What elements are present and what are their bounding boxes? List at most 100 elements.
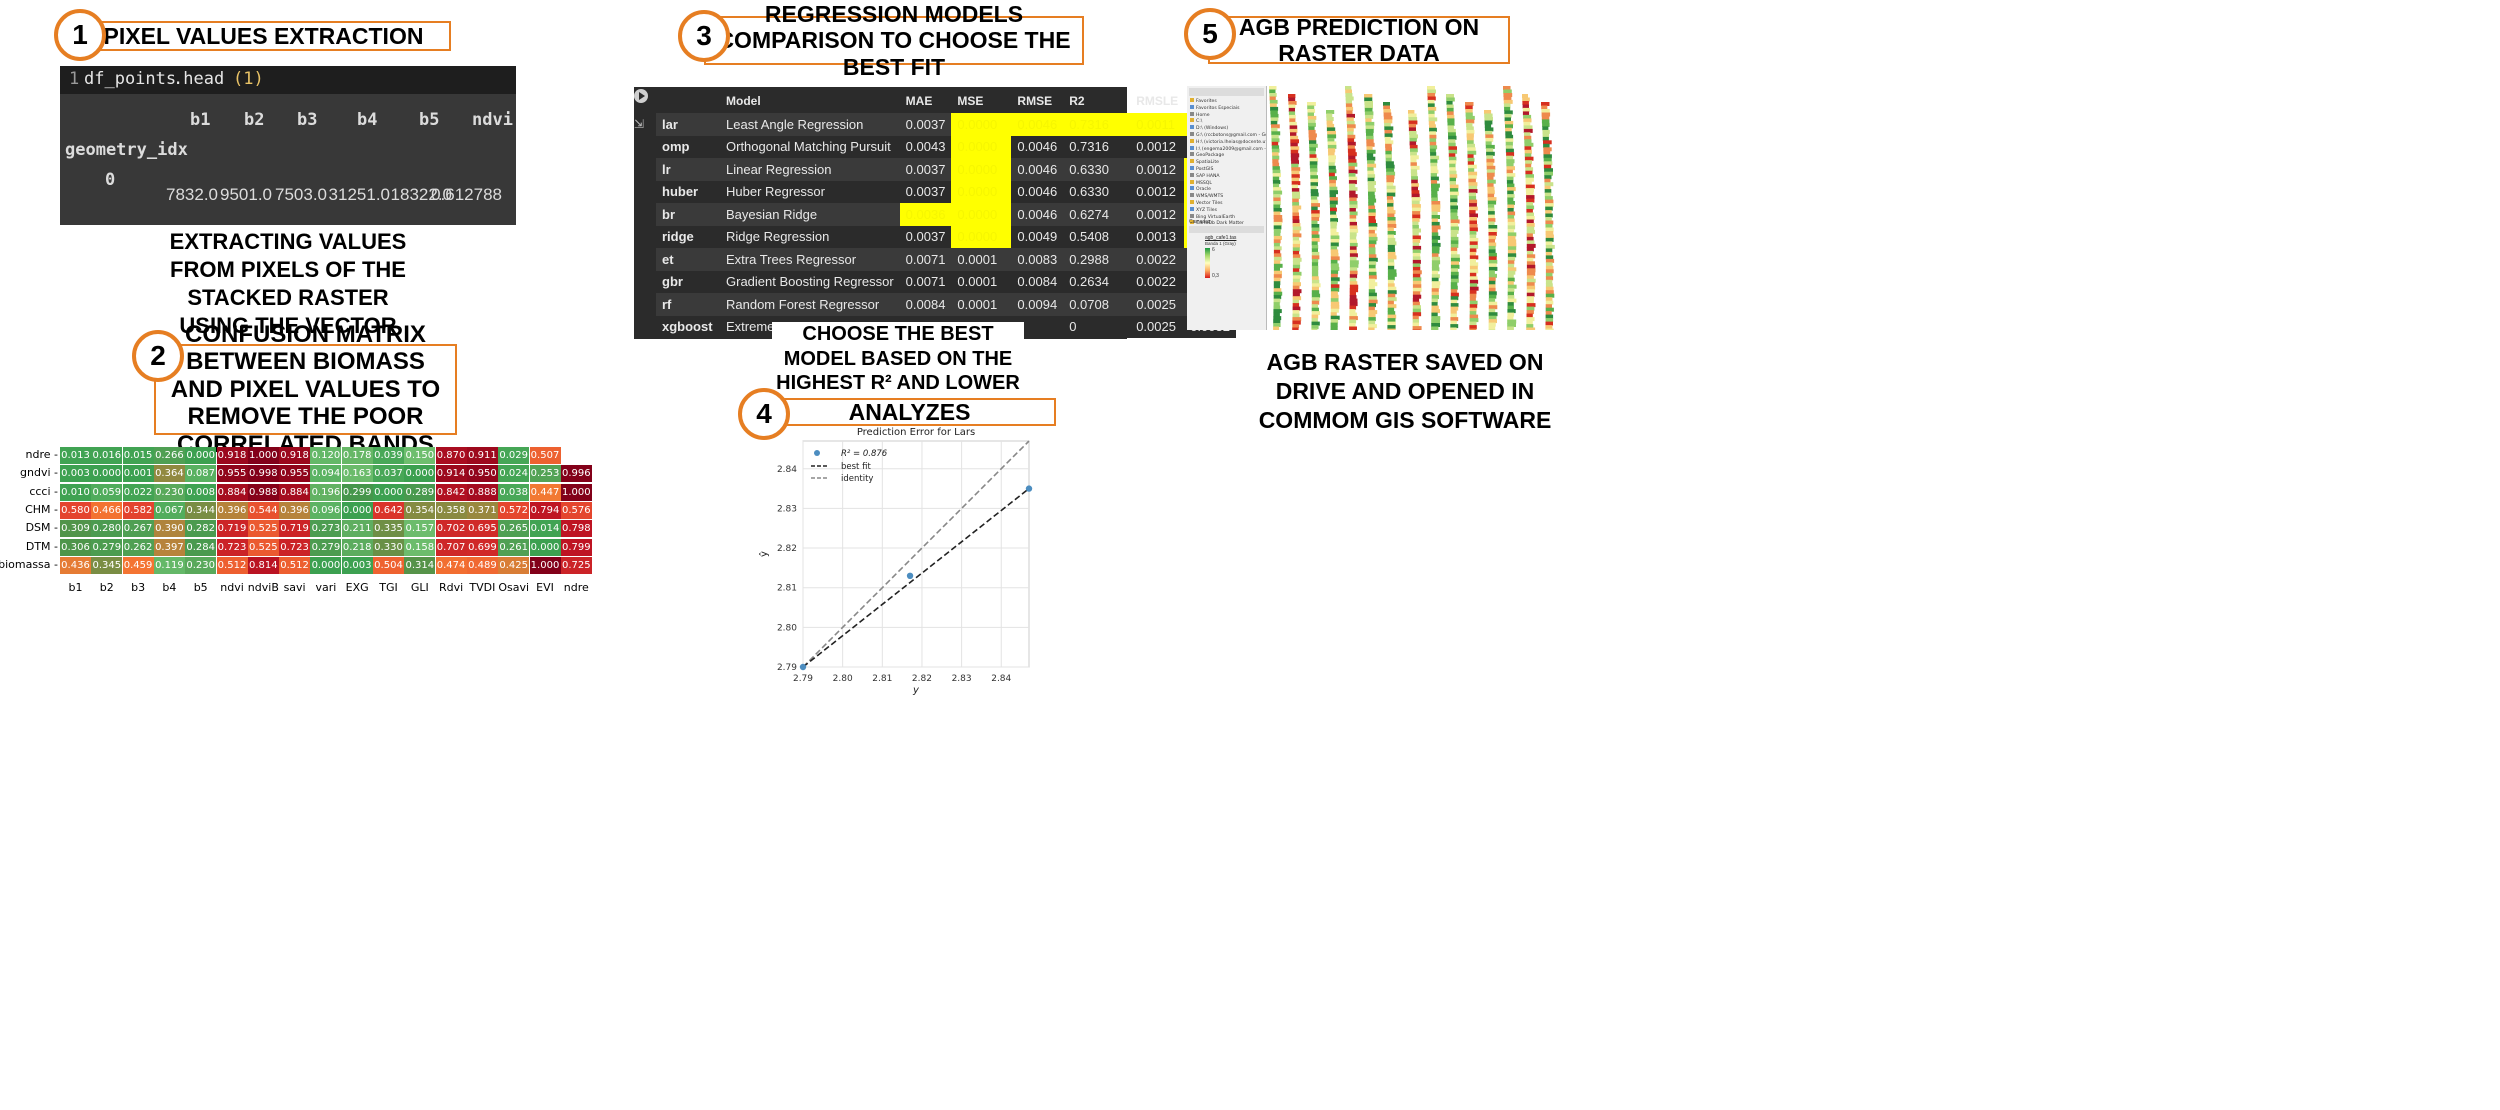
raster-pixel xyxy=(1507,312,1515,317)
heatmap-cell: 0.000 xyxy=(310,556,342,574)
browser-tree-item[interactable]: SpatiaLite xyxy=(1190,159,1266,166)
raster-pixel xyxy=(1366,132,1374,137)
heatmap-cell: 0.955 xyxy=(279,465,311,483)
raster-pixel xyxy=(1292,285,1300,290)
raster-pixel xyxy=(1290,146,1300,151)
raster-pixel xyxy=(1330,245,1338,250)
raster-pixel xyxy=(1507,235,1516,240)
browser-tree-item[interactable]: G:\ (rccbotons@gmail.com - Goog xyxy=(1190,131,1266,139)
raster-pixel xyxy=(1330,326,1338,330)
section-1-number: 1 xyxy=(54,9,106,61)
raster-pixel xyxy=(1466,129,1475,134)
table-header[interactable]: Model xyxy=(720,89,900,113)
table-header[interactable]: RMSE xyxy=(1011,89,1063,113)
heatmap-cell: 0.344 xyxy=(185,501,217,519)
layer-band: Banda 1 (Gray) xyxy=(1205,241,1236,246)
raster-pixel xyxy=(1365,121,1375,126)
raster-pixel xyxy=(1507,208,1514,212)
raster-pixel xyxy=(1273,288,1282,293)
metric-mae: 0.0036 xyxy=(899,203,952,226)
browser-tree-item[interactable]: WMS/WMTS xyxy=(1190,193,1266,200)
raster-pixel xyxy=(1543,157,1552,162)
raster-pixel xyxy=(1326,113,1333,118)
raster-pixel xyxy=(1292,257,1302,262)
raster-pixel xyxy=(1522,97,1530,102)
raster-pixel xyxy=(1273,225,1282,230)
browser-tree-item[interactable]: GeoPackage xyxy=(1190,152,1266,159)
browser-tree-item[interactable]: Favorites xyxy=(1190,98,1266,105)
raster-pixel xyxy=(1431,323,1440,327)
metric-rmsle: 0.0012 xyxy=(1130,158,1185,181)
raster-pixel xyxy=(1523,121,1531,126)
browser-tree-item[interactable]: C:\ xyxy=(1190,118,1266,125)
raster-pixel xyxy=(1309,150,1316,155)
raster-pixel xyxy=(1364,101,1373,105)
browser-tree-item[interactable]: Home xyxy=(1190,111,1266,119)
model-name: Least Angle Regression xyxy=(720,113,900,136)
raster-pixel xyxy=(1411,186,1418,191)
run-cell-icon[interactable] xyxy=(634,89,648,103)
raster-pixel xyxy=(1431,215,1440,219)
raster-pixel xyxy=(1348,169,1358,174)
browser-tree-item[interactable]: Favoritos Especiais xyxy=(1190,104,1266,112)
raster-pixel xyxy=(1349,260,1359,265)
raster-pixel xyxy=(1271,138,1280,143)
metric-r2: 0.6330 xyxy=(1063,180,1131,203)
raster-pixel xyxy=(1412,273,1421,278)
raster-pixel xyxy=(1525,160,1532,165)
raster-pixel xyxy=(1291,170,1300,175)
browser-tree-item[interactable]: H:\ (victoria.lheias@docente.ufg xyxy=(1190,138,1266,146)
raster-pixel xyxy=(1385,140,1394,145)
raster-pixel xyxy=(1349,187,1358,192)
raster-pixel xyxy=(1488,305,1498,310)
browser-tree-item[interactable]: PostGIS xyxy=(1190,165,1266,173)
raster-pixel xyxy=(1387,244,1395,249)
browser-tree-item[interactable]: MSSQL xyxy=(1190,179,1266,187)
legend-label: best fit xyxy=(841,462,871,472)
browser-tree-item[interactable]: Oracle xyxy=(1190,186,1266,193)
raster-pixel xyxy=(1273,249,1281,254)
raster-pixel xyxy=(1273,302,1280,307)
raster-pixel xyxy=(1488,322,1496,327)
raster-pixel xyxy=(1428,113,1435,118)
raster-pixel xyxy=(1364,111,1374,116)
heatmap-cell: 0.699 xyxy=(466,538,498,556)
raster-pixel xyxy=(1366,156,1376,161)
raster-pixel xyxy=(1448,132,1456,137)
raster-pixel xyxy=(1488,225,1498,229)
browser-tree-item[interactable]: XYZ Tiles xyxy=(1190,206,1266,214)
heatmap-cell: 0.037 xyxy=(373,465,404,483)
raster-pixel xyxy=(1542,129,1550,134)
raster-pixel xyxy=(1269,89,1276,94)
browser-tree-item[interactable]: SAP HANA xyxy=(1190,172,1266,180)
table-header[interactable]: RMSLE xyxy=(1130,89,1184,113)
raster-pixel xyxy=(1308,126,1315,131)
raster-pixel xyxy=(1349,323,1356,327)
raster-pixel xyxy=(1450,195,1458,200)
raster-pixel xyxy=(1430,159,1438,164)
table-header[interactable] xyxy=(656,89,720,113)
raster-pixel xyxy=(1411,183,1419,188)
table-header[interactable]: MAE xyxy=(900,89,952,113)
raster-pixel xyxy=(1368,254,1377,259)
raster-pixel xyxy=(1368,191,1375,196)
heatmap-cell: 0.262 xyxy=(122,538,154,556)
raster-pixel xyxy=(1541,102,1550,106)
heatmap-cell: 0.396 xyxy=(279,501,311,519)
table-header[interactable]: MSE xyxy=(951,89,1011,113)
table-header[interactable]: R2 xyxy=(1063,89,1130,113)
heatmap-cell: 0.230 xyxy=(185,556,217,574)
notebook-code-cell[interactable]: 1 df_points .head (1) xyxy=(60,66,516,94)
raster-pixel xyxy=(1345,89,1352,94)
browser-tree-item[interactable]: Vector Tiles xyxy=(1190,199,1266,207)
raster-pixel xyxy=(1431,235,1441,240)
raster-pixel xyxy=(1345,103,1353,108)
raster-pixel xyxy=(1544,168,1553,173)
raster-pixel xyxy=(1273,253,1282,258)
tree-item-label: PostGIS xyxy=(1196,166,1214,172)
browser-tree-item[interactable]: I:\ (engema2009@gmail.com - Goo xyxy=(1190,145,1266,153)
raster-pixel xyxy=(1450,313,1457,318)
raster-pixel xyxy=(1505,124,1513,129)
raster-pixel xyxy=(1348,159,1357,164)
browser-tree-item[interactable]: D:\ (Windows) xyxy=(1190,125,1266,132)
